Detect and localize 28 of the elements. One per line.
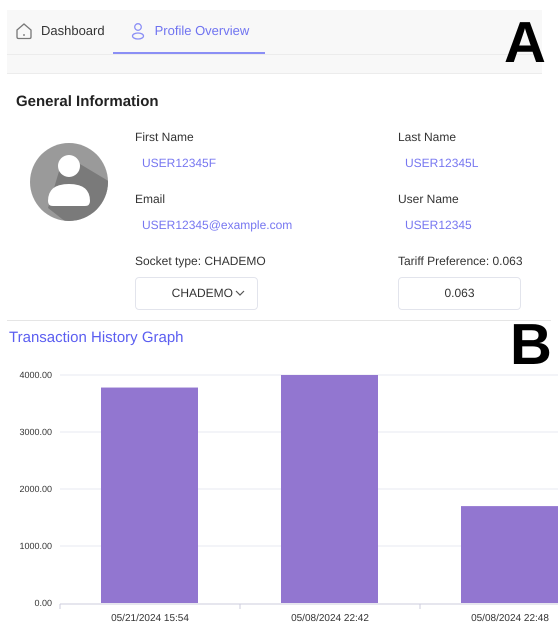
y-tick-label: 1000.00 (19, 541, 52, 551)
field-label: First Name (135, 128, 195, 146)
y-tick-label: 4000.00 (19, 370, 52, 380)
field-label: Tariff Preference: 0.063 (398, 252, 524, 270)
panel-label: A (504, 14, 546, 72)
chart-title: Transaction History Graph (9, 328, 184, 348)
tariff-input[interactable]: 0.063 (398, 276, 521, 310)
chevron-down-icon (235, 290, 245, 296)
x-tick-label: 05/08/2024 22:42 (291, 613, 369, 623)
panel-label: B (510, 316, 552, 374)
field-label: User Name (398, 190, 460, 208)
field-label: Email (135, 190, 166, 208)
section-title: General Information (16, 92, 160, 112)
socket-dropdown[interactable]: CHADEMO (135, 276, 258, 310)
field-label: Socket type: CHADEMO (135, 252, 267, 270)
field-value: USER12345 (404, 216, 473, 234)
field-value: USER12345F (141, 154, 218, 172)
x-tick-label: 05/08/2024 22:48 (471, 613, 549, 623)
avatar-icon (30, 142, 108, 220)
y-tick-label: 0.00 (34, 598, 52, 608)
tab[interactable]: Dashboard (7, 10, 113, 54)
field-value: USER12345L (404, 154, 480, 172)
field-value: USER12345@example.com (141, 216, 294, 234)
y-tick-label: 3000.00 (19, 427, 52, 437)
x-tick-label: 05/21/2024 15:54 (111, 613, 189, 623)
y-tick-label: 2000.00 (19, 484, 52, 494)
field-label: Last Name (398, 128, 458, 146)
home-icon (15, 22, 33, 40)
